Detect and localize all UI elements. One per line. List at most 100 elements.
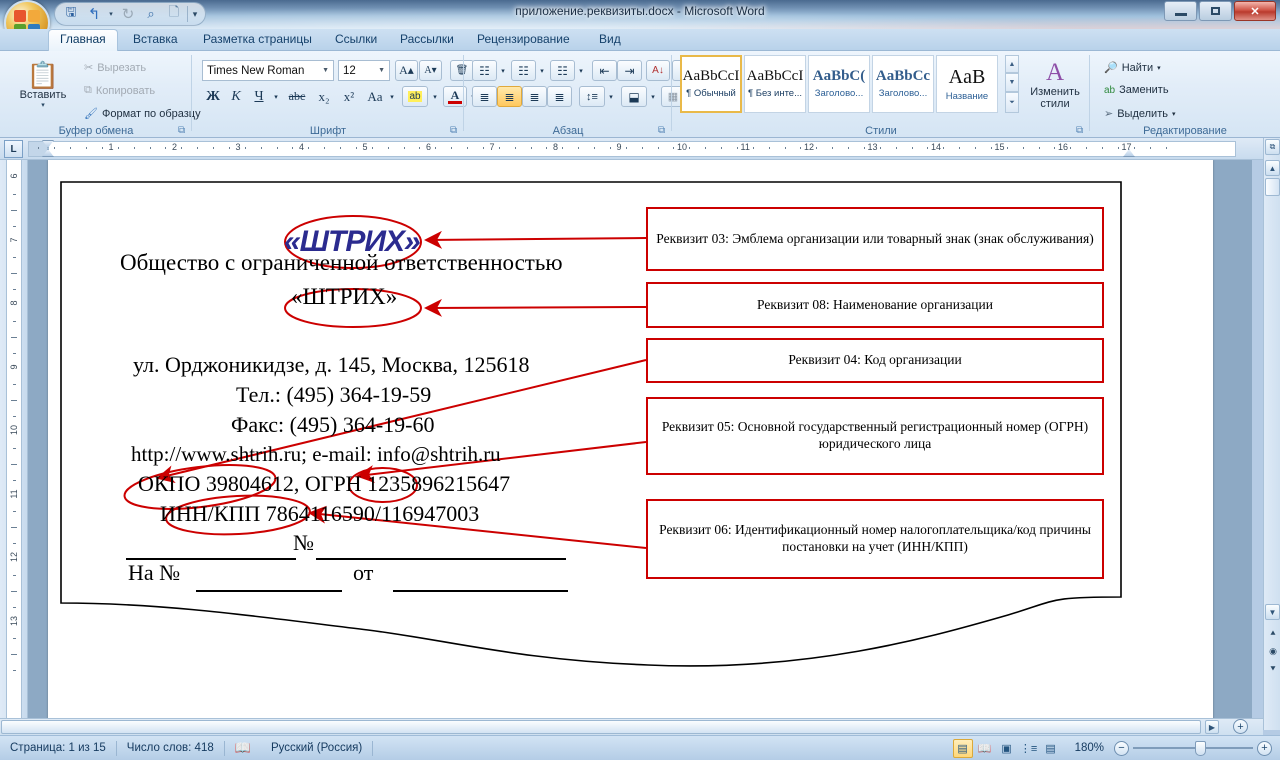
- horizontal-scroll-thumb[interactable]: [1, 720, 1201, 734]
- new-document-icon[interactable]: 🗋: [164, 4, 184, 24]
- select-dropdown-icon[interactable]: ▾: [1172, 110, 1176, 118]
- vertical-ruler[interactable]: 6 7 8 9 10 11 12 13: [0, 160, 28, 730]
- callout-req-06[interactable]: Реквизит 06: Идентификационный номер нал…: [646, 499, 1104, 579]
- restore-button[interactable]: [1199, 1, 1232, 21]
- grow-font-button[interactable]: A▴: [395, 60, 418, 81]
- scroll-up-button[interactable]: ▲: [1265, 160, 1280, 176]
- change-case-button[interactable]: Aa: [362, 86, 388, 107]
- sort-button[interactable]: A↓: [646, 60, 670, 81]
- view-draft-button[interactable]: ▤: [1041, 739, 1061, 758]
- style-gallery-more[interactable]: ⏷: [1005, 92, 1019, 113]
- close-button[interactable]: ✕: [1234, 1, 1276, 21]
- save-icon[interactable]: 🖫: [61, 4, 81, 24]
- underline-button[interactable]: Ч: [248, 86, 270, 107]
- replace-button[interactable]: ab Заменить: [1104, 84, 1169, 96]
- undo-dropdown-icon[interactable]: ▾: [107, 4, 115, 24]
- find-button[interactable]: 🔎 Найти ▾: [1104, 61, 1161, 75]
- zoom-reset-icon[interactable]: +: [1232, 718, 1249, 735]
- multilevel-list-button[interactable]: ☷: [550, 60, 575, 81]
- font-dialog-launcher-icon[interactable]: ⧉: [450, 125, 461, 136]
- undo-icon[interactable]: ↰: [84, 4, 104, 24]
- zoom-slider[interactable]: [1133, 741, 1253, 756]
- superscript-button[interactable]: x²: [337, 86, 361, 107]
- copy-button[interactable]: ⧉ Копировать: [84, 84, 155, 97]
- tab-page-layout[interactable]: Разметка страницы: [192, 29, 323, 51]
- style-item-normal[interactable]: AaBbCcI ¶ Обычный: [680, 55, 742, 113]
- scroll-down-button[interactable]: ▼: [1265, 604, 1280, 620]
- paragraph-dialog-launcher-icon[interactable]: ⧉: [658, 125, 669, 136]
- italic-button[interactable]: К: [225, 86, 247, 107]
- minimize-button[interactable]: [1164, 1, 1197, 21]
- status-language[interactable]: Русский (Россия): [261, 739, 372, 758]
- tab-stop-selector[interactable]: L: [4, 140, 23, 158]
- text-highlight-button[interactable]: ab: [402, 86, 428, 107]
- bold-button[interactable]: Ж: [202, 86, 224, 107]
- callout-req-04[interactable]: Реквизит 04: Код организации: [646, 338, 1104, 383]
- shrink-font-button[interactable]: A▾: [419, 60, 442, 81]
- style-item-no-spacing[interactable]: AaBbCcI ¶ Без инте...: [744, 55, 806, 113]
- tab-insert[interactable]: Вставка: [122, 29, 189, 51]
- zoom-level[interactable]: 180%: [1065, 739, 1110, 758]
- highlight-dropdown-icon[interactable]: ▾: [429, 89, 441, 105]
- view-web-layout-button[interactable]: ▣: [997, 739, 1017, 758]
- vertical-scroll-thumb[interactable]: [1265, 178, 1280, 196]
- bullets-button[interactable]: ☷: [472, 60, 497, 81]
- justify-button[interactable]: ≣: [547, 86, 572, 107]
- shading-dropdown-icon[interactable]: ▾: [647, 89, 659, 105]
- tab-references[interactable]: Ссылки: [324, 29, 388, 51]
- tab-review[interactable]: Рецензирование: [466, 29, 581, 51]
- subscript-button[interactable]: x₂: [312, 86, 336, 107]
- shading-button[interactable]: ⬓: [621, 86, 647, 107]
- cut-button[interactable]: ✂ Вырезать: [84, 61, 146, 75]
- callout-req-05[interactable]: Реквизит 05: Основной государственный ре…: [646, 397, 1104, 475]
- select-button[interactable]: ➢ Выделить ▾: [1104, 107, 1176, 121]
- status-words[interactable]: Число слов: 418: [117, 739, 224, 758]
- increase-indent-button[interactable]: ⇥: [617, 60, 642, 81]
- previous-page-icon[interactable]: ⯅: [1267, 628, 1279, 640]
- format-painter-button[interactable]: 🖌 Формат по образцу: [84, 107, 201, 121]
- numbering-button[interactable]: ☷: [511, 60, 536, 81]
- tab-home[interactable]: Главная: [48, 29, 118, 51]
- numbering-dropdown-icon[interactable]: ▾: [536, 63, 548, 79]
- scroll-split-button[interactable]: ⧉: [1265, 139, 1280, 155]
- customize-qat-icon[interactable]: ▾: [191, 4, 199, 24]
- vertical-scrollbar[interactable]: ⧉ ▲ ▼ ⯅ ◉ ⯆: [1263, 138, 1280, 730]
- style-gallery-scroll-up[interactable]: ▲: [1005, 55, 1019, 73]
- view-full-screen-reading-button[interactable]: 📖: [975, 739, 995, 758]
- scroll-right-button[interactable]: ▶: [1205, 720, 1219, 734]
- style-item-heading-1[interactable]: AaBbC( Заголово...: [808, 55, 870, 113]
- next-page-icon[interactable]: ⯆: [1267, 664, 1279, 676]
- style-item-title[interactable]: AaB Название: [936, 55, 998, 113]
- select-browse-object-icon[interactable]: ◉: [1267, 646, 1279, 658]
- change-styles-button[interactable]: A Изменить стили: [1024, 59, 1086, 110]
- align-right-button[interactable]: ≣: [522, 86, 547, 107]
- align-left-button[interactable]: ≣: [472, 86, 497, 107]
- document-canvas[interactable]: «ШТРИХ» Общество с ограниченной ответств…: [28, 160, 1252, 730]
- status-page[interactable]: Страница: 1 из 15: [0, 739, 116, 758]
- bullets-dropdown-icon[interactable]: ▾: [497, 63, 509, 79]
- view-outline-button[interactable]: ⋮≡: [1019, 739, 1039, 758]
- zoom-slider-knob[interactable]: [1195, 741, 1206, 756]
- paste-dropdown-icon[interactable]: ▾: [41, 101, 45, 109]
- tab-view[interactable]: Вид: [588, 29, 632, 51]
- multilevel-dropdown-icon[interactable]: ▾: [575, 63, 587, 79]
- clipboard-dialog-launcher-icon[interactable]: ⧉: [178, 125, 189, 136]
- callout-req-08[interactable]: Реквизит 08: Наименование организации: [646, 282, 1104, 328]
- line-spacing-dropdown-icon[interactable]: ▾: [605, 89, 617, 105]
- decrease-indent-button[interactable]: ⇤: [592, 60, 617, 81]
- zoom-in-button[interactable]: +: [1253, 739, 1280, 758]
- document-page[interactable]: «ШТРИХ» Общество с ограниченной ответств…: [48, 160, 1213, 730]
- align-center-button[interactable]: ≣: [497, 86, 522, 107]
- horizontal-ruler[interactable]: L 1 2 3 4 5 6 7 8 9 10 11 12 13 14 15 16 17: [0, 138, 1280, 160]
- style-item-heading-2[interactable]: AaBbCc Заголово...: [872, 55, 934, 113]
- view-print-layout-button[interactable]: ▤: [952, 738, 973, 758]
- print-preview-icon[interactable]: ⌕: [141, 4, 161, 24]
- horizontal-scrollbar[interactable]: ▶ +: [0, 718, 1263, 735]
- underline-dropdown-icon[interactable]: ▾: [270, 89, 282, 105]
- line-spacing-button[interactable]: ↕≡: [579, 86, 605, 107]
- zoom-out-button[interactable]: −: [1110, 739, 1133, 758]
- strikethrough-button[interactable]: abc: [284, 86, 310, 107]
- status-proofing-icon[interactable]: 📖: [225, 739, 261, 758]
- font-name-combo[interactable]: Times New Roman ▼: [202, 60, 334, 81]
- paste-button[interactable]: 📋 Вставить ▾: [14, 61, 72, 109]
